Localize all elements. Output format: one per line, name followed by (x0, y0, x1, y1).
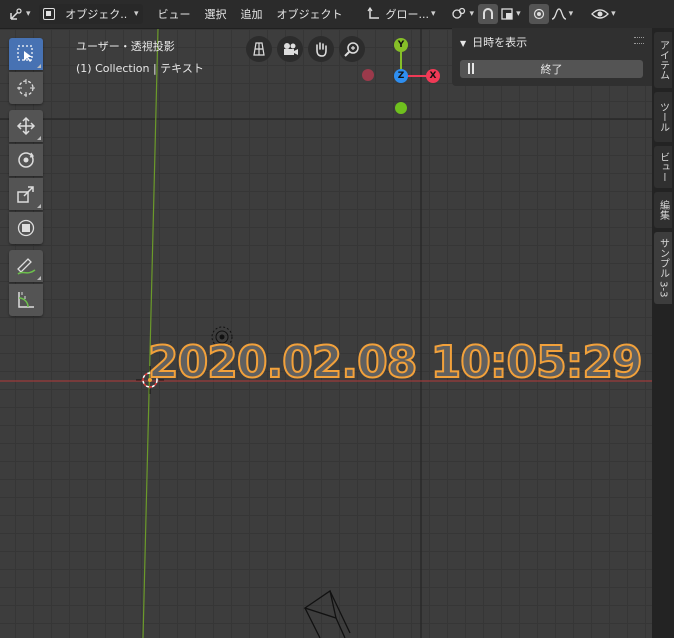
snap-target-select[interactable]: ▾ (500, 4, 521, 24)
cursor-tool[interactable] (9, 72, 43, 104)
select-box-icon (17, 45, 33, 62)
collection-info: (1) Collection | テキスト (76, 62, 204, 75)
menu-object[interactable]: オブジェクト (270, 4, 350, 24)
editor-type-button[interactable]: ▾ (8, 4, 31, 24)
tab-tool[interactable]: ツール (654, 92, 672, 142)
pivot-icon (451, 7, 465, 19)
tab-edit[interactable]: 編集 (654, 192, 672, 228)
viewport-lines (0, 28, 652, 638)
text-object[interactable]: 2020.02.08 10:05:29 (147, 336, 644, 389)
hand-icon (316, 42, 327, 57)
transform-orientation-select[interactable]: グロー... ▾ (366, 4, 442, 24)
zoom-icon (344, 42, 359, 57)
gizmo-neg-x-axis[interactable] (362, 69, 374, 81)
chevron-down-icon: ▾ (469, 9, 475, 19)
rotate-icon (18, 152, 35, 168)
rotate-tool[interactable] (9, 144, 43, 176)
camera-icon (284, 43, 298, 55)
menu-select[interactable]: 選択 (198, 4, 234, 24)
pivot-point-button[interactable]: ▾ (450, 4, 475, 24)
gizmo-z-axis[interactable]: Z (394, 69, 408, 83)
chevron-down-icon: ▾ (26, 9, 31, 19)
move-tool[interactable] (9, 110, 43, 142)
gizmo-x-axis[interactable]: X (426, 69, 440, 83)
pan-view-button[interactable] (308, 36, 334, 62)
proportional-edit-icon (533, 8, 544, 20)
grid-icon (253, 42, 265, 56)
menu-add[interactable]: 追加 (234, 4, 270, 24)
proportional-edit-toggle[interactable] (528, 4, 549, 24)
snap-toggle[interactable] (478, 4, 499, 24)
measure-ruler-icon (18, 292, 34, 308)
viewport-header: ▾ オブジェク.. ▾ ビュー 選択 追加 オブジェクト グロー... ▾ ▾ … (0, 0, 674, 29)
collapse-triangle-icon: ▼ (460, 39, 467, 48)
transform-tool[interactable] (9, 212, 43, 244)
chevron-down-icon: ▾ (431, 9, 436, 19)
gizmo-neg-y-axis[interactable] (395, 102, 407, 114)
select-box-tool[interactable] (9, 38, 43, 70)
orientation-icon (367, 6, 379, 19)
falloff-select[interactable]: ▾ (551, 4, 574, 24)
sidebar-tabs: アイテム ツール ビュー 編集 サンプル 3-3 (652, 28, 674, 638)
panel-title: 日時を表示 (472, 36, 528, 49)
visibility-select[interactable]: ▾ (591, 4, 616, 24)
magnet-icon (483, 8, 494, 19)
camera-object (303, 589, 351, 638)
axis-editor-icon (10, 8, 22, 20)
panel-drag-handle[interactable] (634, 37, 644, 44)
menu-view[interactable]: ビュー (151, 4, 198, 24)
camera-view-button[interactable] (277, 36, 303, 62)
orientation-label: グロー... (385, 8, 430, 21)
pause-icon (468, 63, 474, 74)
gizmo-y-axis[interactable]: Y (394, 38, 408, 52)
tab-item[interactable]: アイテム (654, 32, 672, 88)
tab-sample[interactable]: サンプル 3-3 (654, 232, 672, 304)
toggle-grid-button[interactable] (246, 36, 272, 62)
snap-increment-icon (501, 8, 513, 20)
measure-tool[interactable] (9, 284, 43, 316)
mode-select-label: オブジェク.. (65, 8, 128, 21)
tool-shelf (9, 38, 47, 322)
stop-button[interactable]: 終了 (460, 60, 643, 78)
transform-icon (17, 219, 35, 237)
object-mode-icon (42, 8, 55, 20)
chevron-down-icon: ▾ (516, 9, 521, 19)
chevron-down-icon: ▾ (568, 9, 574, 19)
scale-tool[interactable] (9, 178, 43, 210)
view-name: ユーザー・透視投影 (76, 40, 175, 53)
3d-viewport[interactable] (0, 28, 652, 638)
3d-cursor-icon (17, 79, 35, 97)
annotate-tool[interactable] (9, 250, 43, 282)
sidebar-panel: ▼ 日時を表示 終了 (452, 28, 652, 86)
scale-icon (17, 186, 34, 203)
move-arrows-icon (16, 116, 36, 136)
viewport-info: ユーザー・透視投影 (1) Collection | テキスト (76, 36, 204, 80)
tab-view[interactable]: ビュー (654, 146, 672, 188)
annotate-pencil-icon (17, 258, 36, 275)
falloff-curve-icon (551, 8, 566, 20)
stop-button-label: 終了 (540, 63, 563, 76)
chevron-down-icon: ▾ (134, 9, 139, 19)
panel-header[interactable]: ▼ 日時を表示 (460, 34, 527, 50)
eye-icon (591, 9, 610, 19)
chevron-down-icon: ▾ (611, 9, 616, 19)
mode-select[interactable]: オブジェク.. ▾ (38, 4, 143, 24)
